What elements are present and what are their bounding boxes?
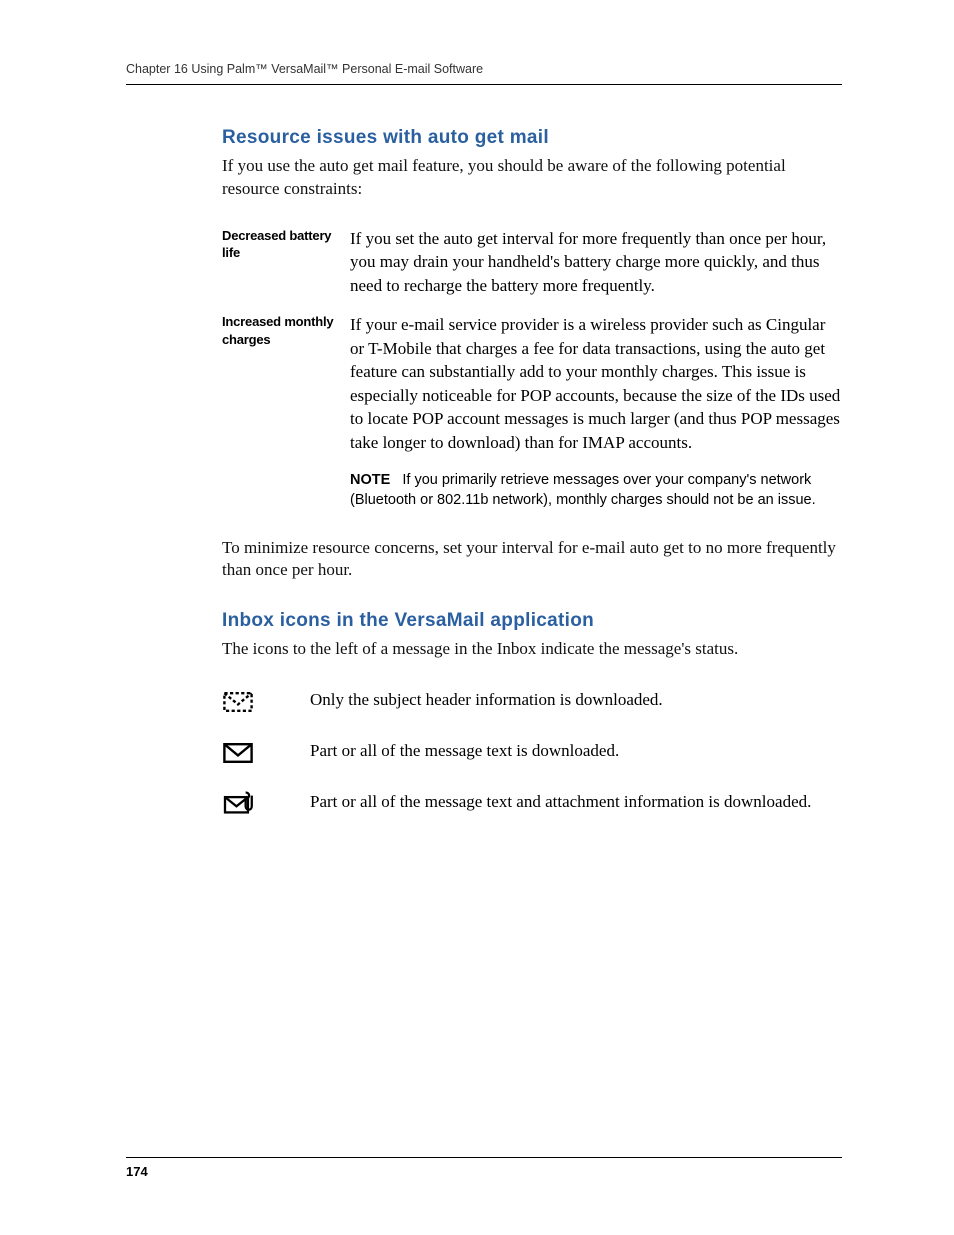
running-header: Chapter 16 Using Palm™ VersaMail™ Person…	[126, 62, 842, 85]
note-block: NOTE If you primarily retrieve messages …	[350, 470, 842, 511]
note-label: NOTE	[350, 472, 390, 488]
outro-paragraph: To minimize resource concerns, set your …	[222, 537, 842, 583]
table-row: Decreased battery life If you set the au…	[222, 219, 842, 305]
envelope-header-only-icon	[222, 702, 254, 719]
section-heading-inbox-icons: Inbox icons in the VersaMail application	[222, 610, 842, 632]
icon-description: Part or all of the message text is downl…	[310, 730, 842, 781]
page-number: 174	[126, 1157, 842, 1179]
content-area: Resource issues with auto get mail If yo…	[126, 85, 842, 832]
table-row: Part or all of the message text and atta…	[222, 781, 842, 832]
page: Chapter 16 Using Palm™ VersaMail™ Person…	[0, 0, 954, 1235]
icon-table: Only the subject header information is d…	[222, 679, 842, 832]
section-heading-resource-issues: Resource issues with auto get mail	[222, 127, 842, 149]
def-text-battery: If you set the auto get interval for mor…	[350, 219, 842, 305]
icon-description: Part or all of the message text and atta…	[310, 781, 842, 832]
icon-cell	[222, 730, 310, 781]
inbox-intro-paragraph: The icons to the left of a message in th…	[222, 638, 842, 661]
envelope-message-icon	[222, 753, 254, 770]
table-row: Increased monthly charges If your e-mail…	[222, 305, 842, 518]
def-label-charges: Increased monthly charges	[222, 305, 350, 518]
def-text-charges-body: If your e-mail service provider is a wir…	[350, 315, 840, 451]
note-text: If you primarily retrieve messages over …	[350, 472, 816, 508]
icon-cell	[222, 781, 310, 832]
table-row: Part or all of the message text is downl…	[222, 730, 842, 781]
table-row: Only the subject header information is d…	[222, 679, 842, 730]
envelope-attachment-icon	[222, 804, 254, 821]
intro-paragraph: If you use the auto get mail feature, yo…	[222, 155, 842, 201]
icon-description: Only the subject header information is d…	[310, 679, 842, 730]
icon-cell	[222, 679, 310, 730]
def-text-charges: If your e-mail service provider is a wir…	[350, 305, 842, 518]
def-label-battery: Decreased battery life	[222, 219, 350, 305]
definition-table: Decreased battery life If you set the au…	[222, 219, 842, 519]
